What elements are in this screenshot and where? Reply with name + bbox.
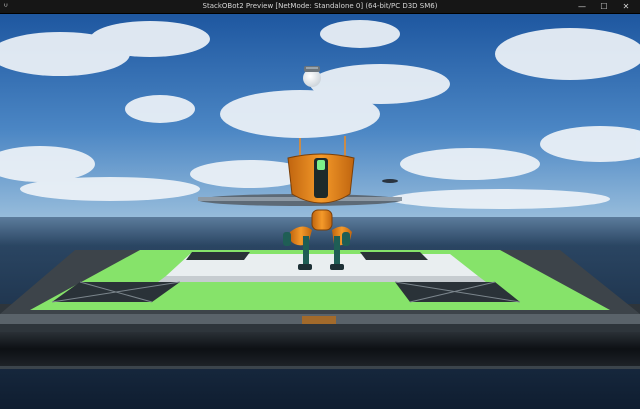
minimize-button[interactable]: — [572,0,592,13]
game-scene [0,14,640,409]
window-title: StackOBot2 Preview [NetMode: Standalone … [202,2,438,10]
maximize-button[interactable]: ☐ [594,0,614,13]
close-button[interactable]: ✕ [616,0,636,13]
title-bar[interactable]: ᵁ StackOBot2 Preview [NetMode: Standalon… [0,0,640,14]
game-viewport[interactable] [0,14,640,409]
main-platform [0,250,640,369]
floating-orb [303,66,321,87]
game-preview-window: ᵁ StackOBot2 Preview [NetMode: Standalon… [0,0,640,409]
